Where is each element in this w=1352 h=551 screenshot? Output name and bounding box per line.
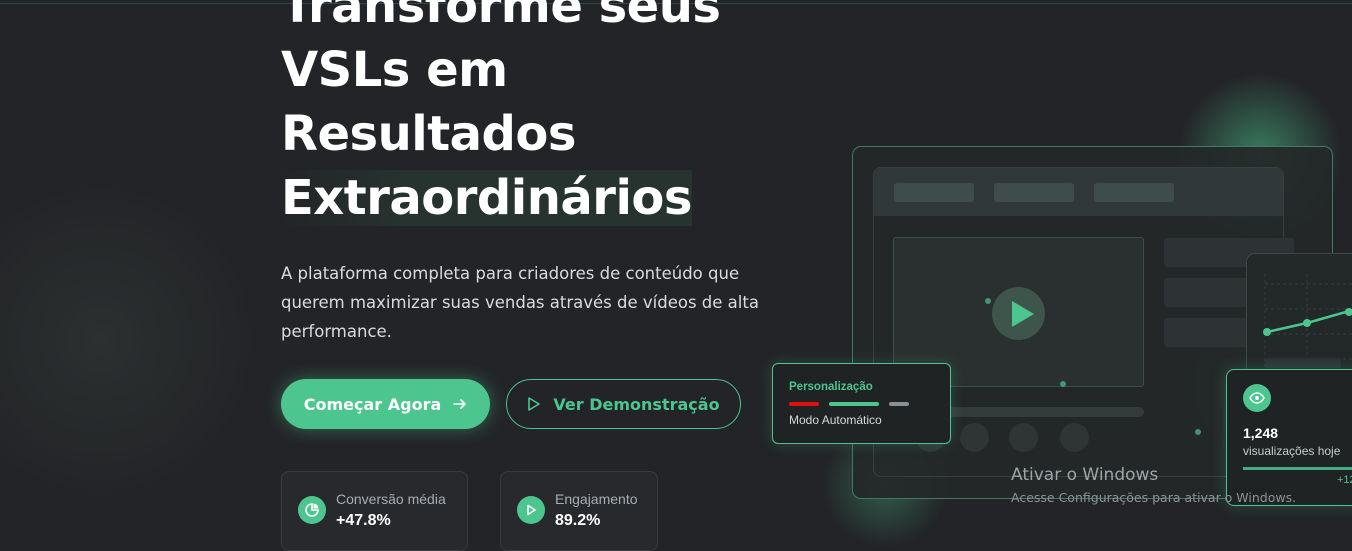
background-glow xyxy=(0,180,260,500)
hero-subtitle: A plataforma completa para criadores de … xyxy=(281,264,759,341)
personalization-bar-green xyxy=(829,402,879,406)
stat-card-engagement: Engajamento 89.2% xyxy=(500,471,658,551)
toolbar-pill xyxy=(1094,183,1174,202)
sparkle-dot xyxy=(985,298,991,304)
arrow-right-icon xyxy=(453,399,467,409)
hero-title-line-3: Resultados xyxy=(281,106,576,162)
views-card: 1,248 visualizações hoje +12 xyxy=(1226,369,1352,506)
toolbar-pill xyxy=(894,183,974,202)
views-delta: +12 xyxy=(1337,474,1352,486)
stat-card-conversion: Conversão média +47.8% xyxy=(281,471,468,551)
views-progress-line xyxy=(1243,467,1352,470)
hero-title: Transforme seus VSLs em Resultados Extra… xyxy=(281,0,721,230)
windows-activation-subtitle: Acesse Configurações para ativar o Windo… xyxy=(1011,490,1297,505)
pie-chart-icon xyxy=(298,496,326,524)
start-now-button[interactable]: Começar Agora xyxy=(281,379,490,429)
personalization-title: Personalização xyxy=(789,381,873,393)
toolbar-pill xyxy=(994,183,1074,202)
personalization-mode: Modo Automático xyxy=(789,413,882,427)
hero-title-line-2: VSLs em xyxy=(281,42,508,98)
hero-title-line-1: Transforme seus xyxy=(281,0,721,34)
play-icon xyxy=(517,496,545,524)
sparkle-dot xyxy=(1195,429,1201,435)
stat-value: 89.2% xyxy=(555,512,601,529)
play-icon xyxy=(528,397,541,411)
start-now-label: Começar Agora xyxy=(303,394,442,414)
hero-title-highlight: Extraordinários xyxy=(281,170,692,226)
personalization-card: Personalização Modo Automático xyxy=(772,363,951,444)
stat-label: Conversão média xyxy=(336,491,446,507)
windows-activation-title: Ativar o Windows xyxy=(1011,465,1159,485)
sparkle-dot xyxy=(1060,381,1066,387)
control-dot xyxy=(1060,423,1089,452)
personalization-bar-gray xyxy=(889,402,909,406)
views-caption: visualizações hoje xyxy=(1243,444,1341,458)
play-circle-icon xyxy=(992,287,1045,340)
control-dot xyxy=(1009,423,1038,452)
eye-icon xyxy=(1243,384,1271,412)
personalization-bar-red xyxy=(789,402,819,406)
view-demo-button[interactable]: Ver Demonstração xyxy=(506,379,741,429)
stat-value: +47.8% xyxy=(336,512,391,529)
control-dot xyxy=(960,423,989,452)
hero-title-line-4: Extraordinários xyxy=(281,166,720,230)
view-demo-label: Ver Demonstração xyxy=(553,394,720,414)
stat-label: Engajamento xyxy=(555,491,638,507)
views-count: 1,248 xyxy=(1243,425,1279,441)
